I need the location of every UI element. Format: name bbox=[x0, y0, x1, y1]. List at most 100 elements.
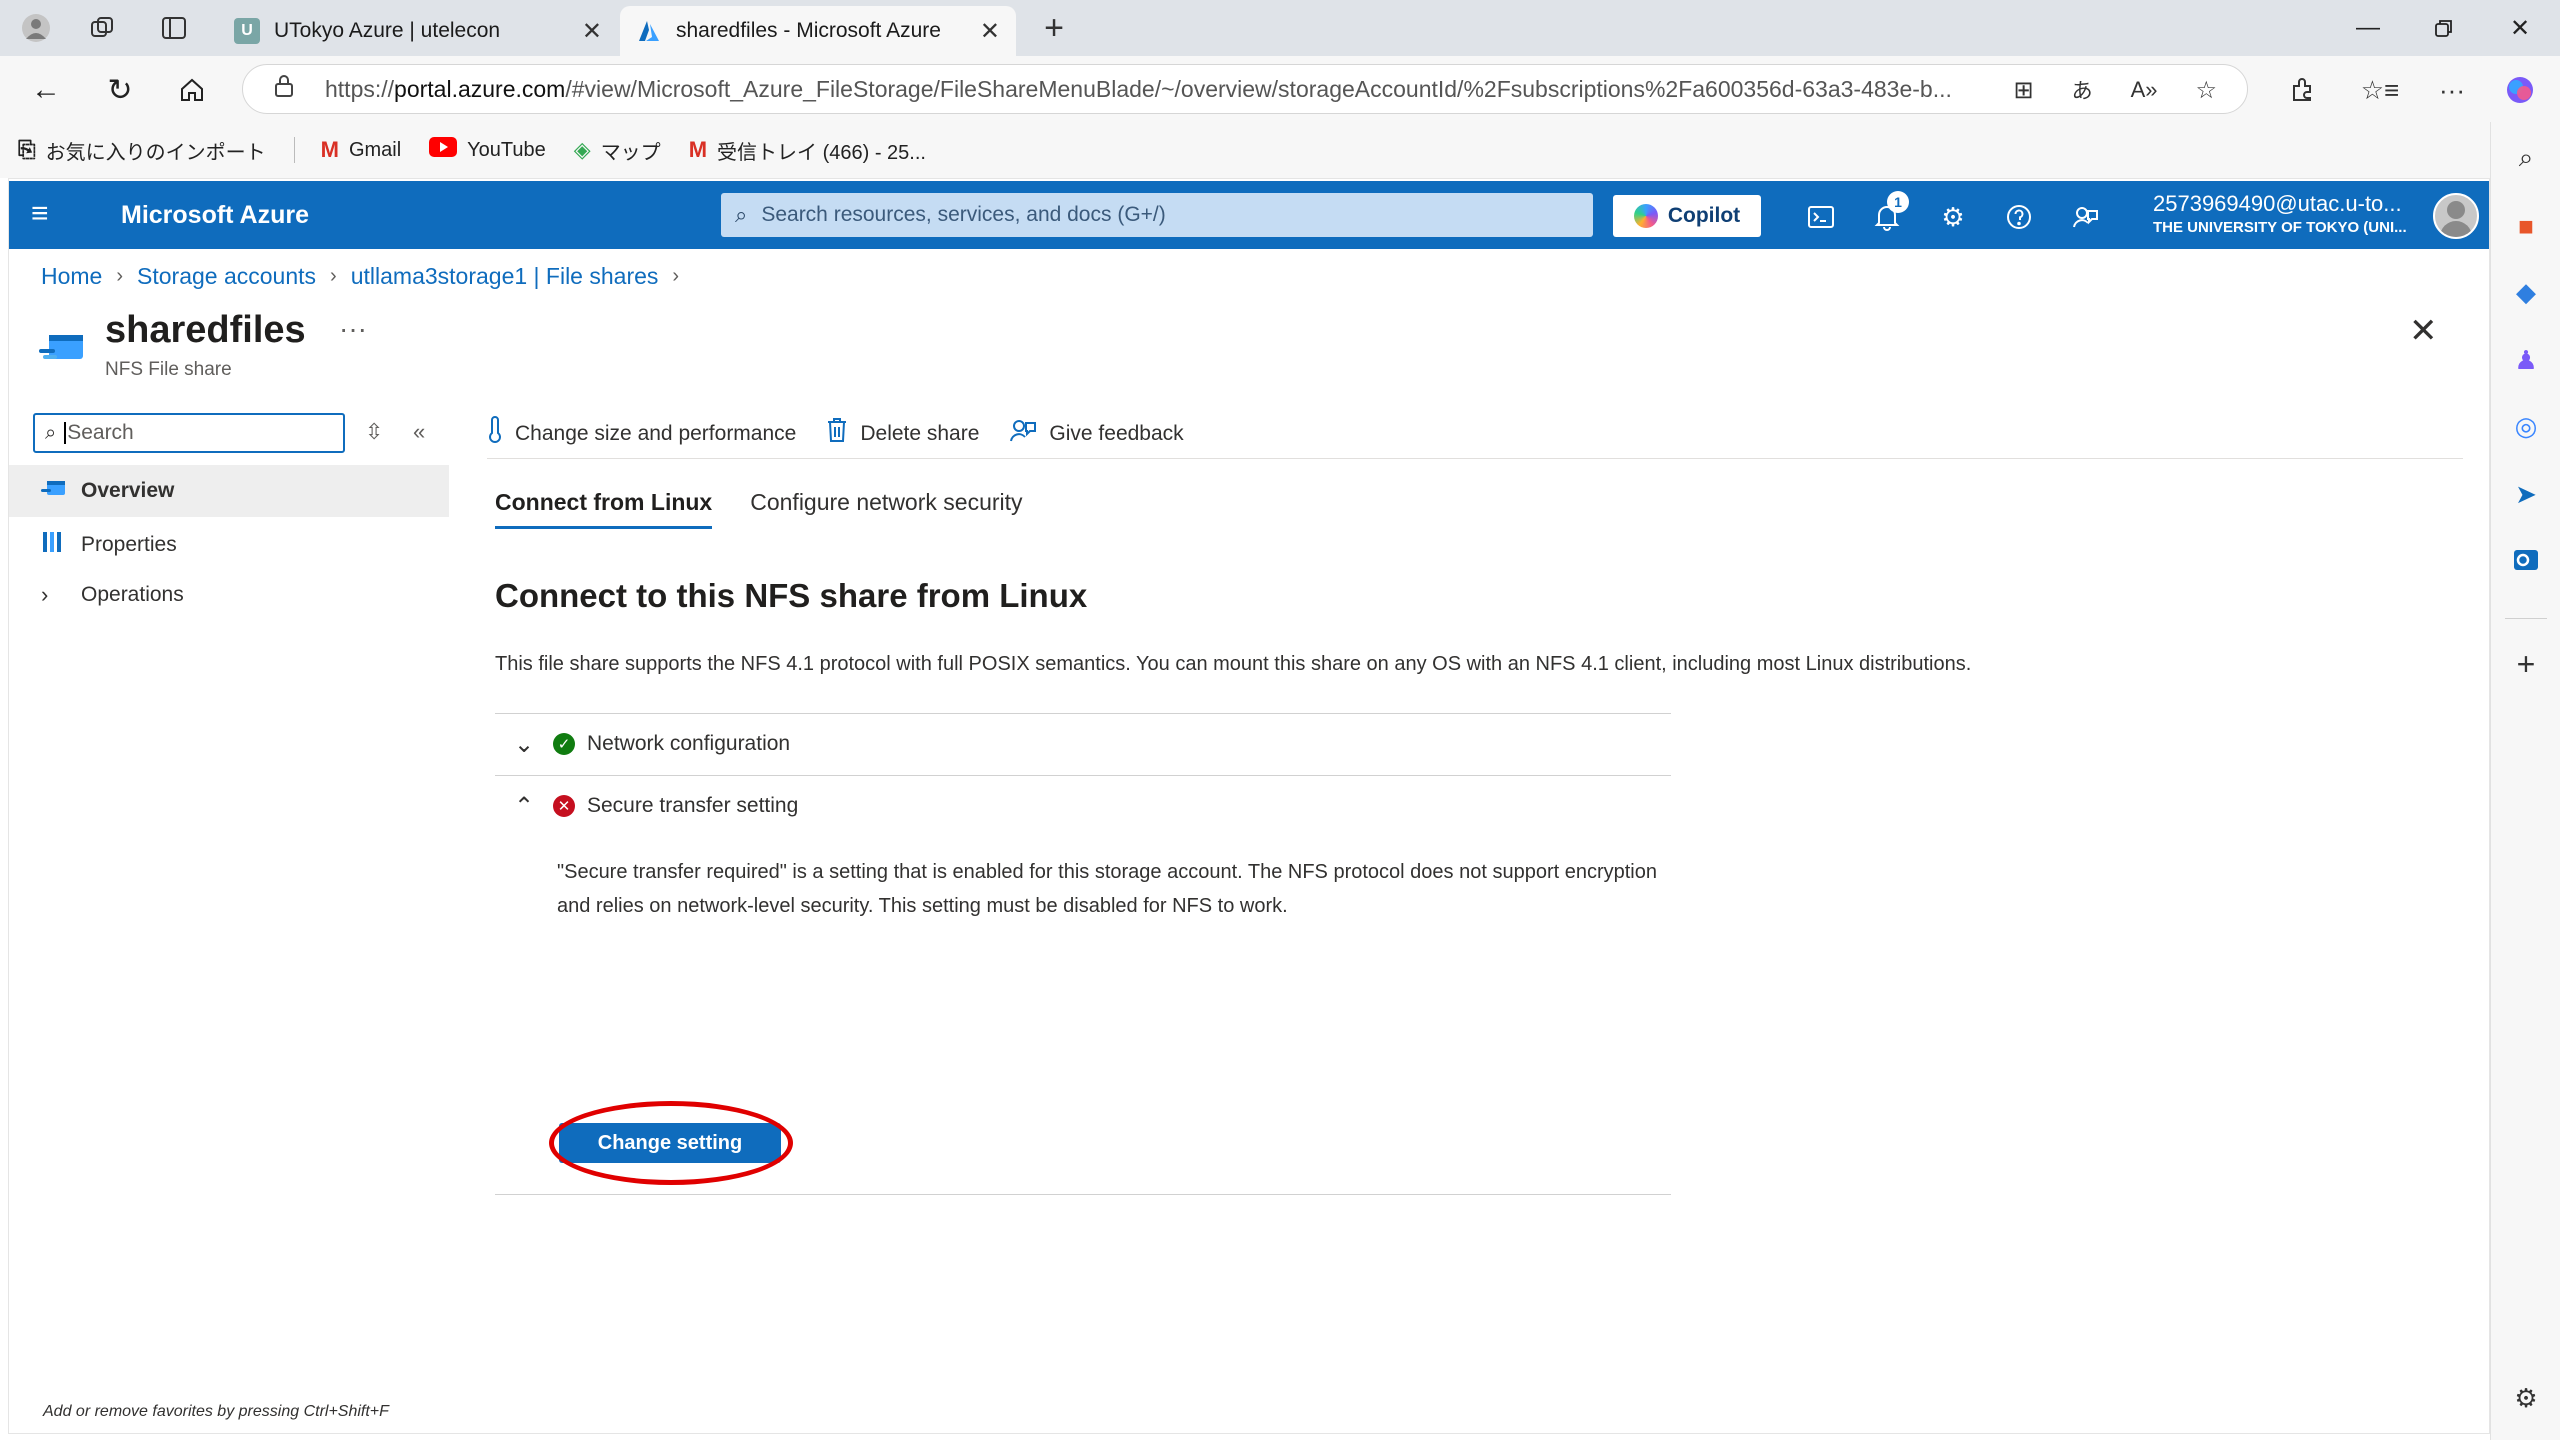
address-row: ← ↻ https://portal.azure.com/#view/Micro… bbox=[0, 56, 2560, 122]
accordion-header[interactable]: ⌃ ✕ Secure transfer setting bbox=[495, 776, 798, 836]
tab-actions-icon[interactable] bbox=[156, 10, 192, 46]
favorite-gmail[interactable]: M Gmail bbox=[321, 137, 402, 163]
favorite-maps[interactable]: ◈ マップ bbox=[574, 136, 661, 165]
cloud-shell-icon[interactable] bbox=[1799, 195, 1843, 239]
minimize-icon[interactable]: — bbox=[2338, 8, 2398, 48]
accordion-header[interactable]: ⌄ ✓ Network configuration bbox=[495, 714, 790, 774]
translate-icon[interactable]: あ bbox=[2072, 75, 2093, 105]
add-icon[interactable]: + bbox=[2506, 644, 2546, 684]
file-share-icon bbox=[41, 477, 73, 505]
read-aloud-icon[interactable]: A» bbox=[2131, 77, 2158, 103]
apps-icon[interactable]: ⊞ bbox=[2013, 76, 2033, 105]
shopping-tag-icon[interactable]: ◆ bbox=[2506, 272, 2546, 312]
global-search-input[interactable]: ⌕ Search resources, services, and docs (… bbox=[721, 193, 1593, 237]
browser-tab-azure[interactable]: sharedfiles - Microsoft Azure ✕ bbox=[620, 6, 1016, 56]
account-org: THE UNIVERSITY OF TOKYO (UNI... bbox=[2153, 219, 2407, 236]
close-blade-icon[interactable]: ✕ bbox=[2409, 311, 2438, 351]
workspaces-icon[interactable] bbox=[84, 10, 120, 46]
close-window-icon[interactable]: ✕ bbox=[2490, 8, 2550, 48]
avatar[interactable] bbox=[2433, 193, 2479, 239]
azure-favicon-icon bbox=[636, 18, 662, 44]
menu-item-properties[interactable]: Properties bbox=[9, 519, 449, 571]
settings-icon[interactable]: ⚙ bbox=[1931, 195, 1975, 239]
home-icon[interactable] bbox=[172, 70, 212, 110]
collapse-menu-icon[interactable]: « bbox=[413, 419, 425, 445]
notifications-bell-icon[interactable]: 1 bbox=[1865, 191, 1909, 239]
import-icon: ⎘ bbox=[18, 137, 36, 162]
search-icon: ⌕ bbox=[735, 202, 748, 227]
content-tabs: Connect from Linux Configure network sec… bbox=[495, 489, 1023, 529]
m365-icon[interactable]: ◎ bbox=[2506, 406, 2546, 446]
menu-item-operations[interactable]: › Operations bbox=[9, 569, 449, 621]
people-icon[interactable]: ♟ bbox=[2506, 340, 2546, 380]
breadcrumb-storage-accounts[interactable]: Storage accounts bbox=[137, 263, 316, 290]
tab-title: UTokyo Azure | utelecon bbox=[274, 19, 501, 42]
accordion-network-configuration: ⌄ ✓ Network configuration bbox=[495, 713, 1671, 775]
more-actions-icon[interactable]: ··· bbox=[339, 313, 367, 345]
profile-icon[interactable] bbox=[18, 10, 54, 46]
browser-tab-utelecon[interactable]: U UTokyo Azure | utelecon ✕ bbox=[218, 6, 618, 56]
settings-gear-icon[interactable]: ⚙ bbox=[2506, 1378, 2546, 1418]
edge-sidebar: ⌕ ■ ◆ ♟ ◎ ➤ + ⚙ bbox=[2490, 122, 2560, 1440]
chevron-right-icon: › bbox=[672, 265, 680, 287]
feedback-icon[interactable] bbox=[2063, 195, 2107, 239]
help-icon[interactable] bbox=[1997, 195, 2041, 239]
extensions-icon[interactable] bbox=[2282, 70, 2322, 110]
breadcrumb-home[interactable]: Home bbox=[41, 263, 102, 290]
chevron-down-icon: ⌄ bbox=[513, 730, 535, 758]
menu-hamburger-icon[interactable]: ≡ bbox=[31, 197, 49, 231]
breadcrumb-file-shares[interactable]: utllama3storage1 | File shares bbox=[351, 263, 659, 290]
page-title: sharedfiles bbox=[105, 309, 306, 351]
outlook-icon[interactable] bbox=[2506, 540, 2546, 580]
favorite-star-icon[interactable]: ☆ bbox=[2195, 76, 2217, 105]
utelecon-favicon-icon: U bbox=[234, 18, 260, 44]
favorites-divider bbox=[293, 137, 295, 163]
site-info-icon[interactable] bbox=[273, 74, 309, 104]
portal-brand[interactable]: Microsoft Azure bbox=[121, 201, 309, 230]
delete-share-button[interactable]: Delete share bbox=[826, 417, 979, 450]
give-feedback-button[interactable]: Give feedback bbox=[1009, 417, 1184, 450]
command-bar: Change size and performance Delete share… bbox=[487, 409, 2463, 459]
refresh-icon[interactable]: ↻ bbox=[100, 70, 140, 110]
feedback-icon bbox=[1009, 417, 1037, 450]
restore-icon[interactable] bbox=[2414, 8, 2474, 48]
chevron-right-icon: › bbox=[41, 582, 49, 607]
back-icon[interactable]: ← bbox=[26, 70, 66, 110]
close-tab-icon[interactable]: ✕ bbox=[582, 17, 602, 46]
section-description: This file share supports the NFS 4.1 pro… bbox=[495, 653, 1972, 675]
tab-configure-network-security[interactable]: Configure network security bbox=[750, 489, 1022, 529]
thermometer-icon bbox=[487, 416, 503, 451]
account-email: 2573969490@utac.u-to... bbox=[2153, 191, 2402, 216]
account-info[interactable]: 2573969490@utac.u-to... THE UNIVERSITY O… bbox=[2153, 191, 2433, 236]
menu-item-overview[interactable]: Overview bbox=[9, 465, 449, 517]
copilot-button[interactable]: Copilot bbox=[1613, 195, 1761, 237]
menu-search-input[interactable]: ⌕ Search bbox=[33, 413, 345, 453]
annotation-highlight-circle bbox=[549, 1101, 793, 1185]
azure-portal: ≡ Microsoft Azure ⌕ Search resources, se… bbox=[8, 178, 2490, 1434]
toolbox-icon[interactable]: ■ bbox=[2506, 206, 2546, 246]
chevron-up-icon: ⌃ bbox=[513, 792, 535, 820]
error-x-icon: ✕ bbox=[553, 795, 575, 817]
address-bar[interactable]: https://portal.azure.com/#view/Microsoft… bbox=[242, 64, 2248, 114]
favorite-youtube[interactable]: YouTube bbox=[429, 137, 546, 163]
more-options-icon[interactable]: ··· bbox=[2432, 70, 2472, 110]
properties-icon bbox=[41, 530, 73, 560]
copilot-browser-icon[interactable] bbox=[2500, 70, 2540, 110]
favorite-inbox[interactable]: M 受信トレイ (466) - 25... bbox=[689, 136, 926, 165]
browser-tab-bar: U UTokyo Azure | utelecon ✕ sharedfiles … bbox=[0, 0, 2560, 56]
expand-collapse-icon[interactable]: ⇳ bbox=[365, 419, 383, 445]
sidebar-divider bbox=[2505, 618, 2547, 619]
tab-connect-from-linux[interactable]: Connect from Linux bbox=[495, 489, 713, 529]
change-size-button[interactable]: Change size and performance bbox=[487, 416, 796, 451]
favorites-icon[interactable]: ☆≡ bbox=[2360, 70, 2400, 110]
search-icon[interactable]: ⌕ bbox=[2506, 138, 2546, 178]
file-share-icon bbox=[37, 321, 89, 369]
send-icon[interactable]: ➤ bbox=[2506, 474, 2546, 514]
close-tab-icon[interactable]: ✕ bbox=[980, 17, 1000, 46]
success-check-icon: ✓ bbox=[553, 733, 575, 755]
gmail-icon: M bbox=[320, 137, 339, 162]
chevron-right-icon: › bbox=[116, 265, 124, 287]
favorite-import[interactable]: ⎘ お気に入りのインポート bbox=[18, 136, 266, 165]
page-subtitle: NFS File share bbox=[105, 359, 232, 380]
new-tab-icon[interactable]: + bbox=[1036, 9, 1072, 47]
